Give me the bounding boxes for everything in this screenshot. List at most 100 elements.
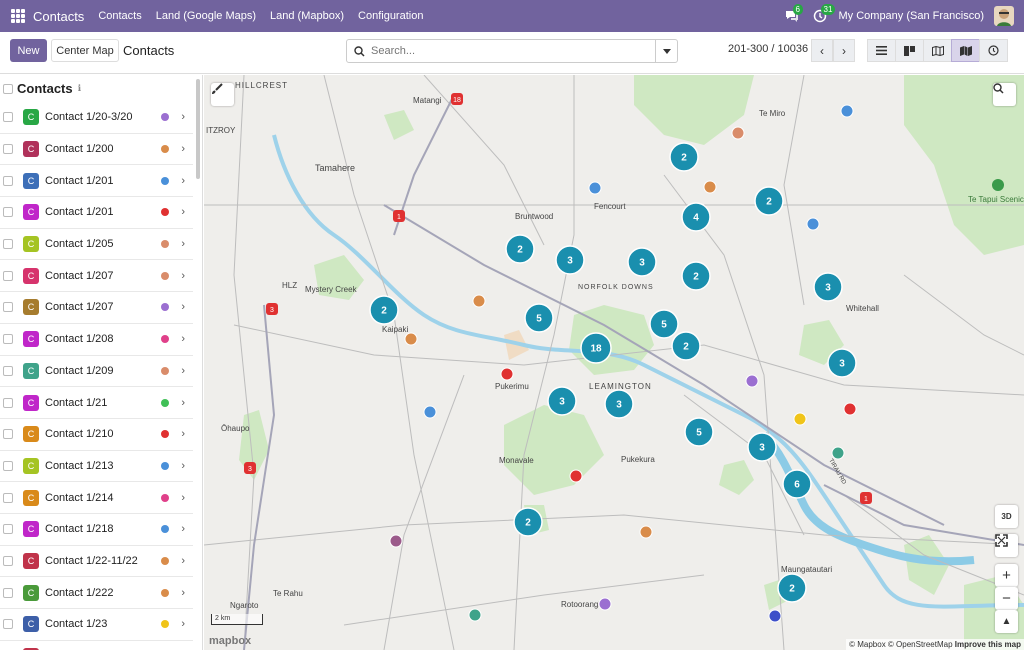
company-switcher[interactable]: My Company (San Francisco)	[839, 10, 985, 22]
chevron-right-icon[interactable]: ›	[181, 428, 185, 440]
map-filled-icon	[959, 45, 972, 56]
kanban-view-button[interactable]	[895, 39, 924, 62]
fullscreen-button[interactable]	[995, 534, 1018, 557]
row-checkbox[interactable]	[3, 555, 13, 566]
contact-list-item[interactable]: C Contact 1/218 ›	[0, 514, 193, 546]
chevron-right-icon[interactable]: ›	[181, 587, 185, 599]
contact-list-item[interactable]: C›	[0, 641, 193, 650]
contact-list-item[interactable]: C Contact 1/201 ›	[0, 165, 193, 198]
row-checkbox[interactable]	[3, 302, 13, 313]
search-options-toggle[interactable]	[655, 40, 677, 62]
chevron-right-icon[interactable]: ›	[181, 206, 185, 218]
contact-list-item[interactable]: C Contact 1/213 ›	[0, 451, 193, 483]
row-checkbox[interactable]	[3, 587, 13, 598]
row-checkbox[interactable]	[3, 175, 13, 186]
contact-name: Contact 1/222	[45, 586, 114, 599]
search-input[interactable]	[371, 45, 655, 57]
row-checkbox[interactable]	[3, 365, 13, 376]
row-checkbox[interactable]	[3, 270, 13, 281]
contact-color-dot	[161, 461, 170, 470]
label-hlz: HLZ	[282, 281, 297, 290]
apps-menu-icon[interactable]	[11, 9, 25, 23]
row-checkbox[interactable]	[3, 207, 13, 218]
contact-list-item[interactable]: C Contact 1/208 ›	[0, 324, 193, 356]
contact-color-dot	[161, 208, 170, 217]
pager-previous-button[interactable]: ‹	[811, 39, 833, 62]
chevron-right-icon[interactable]: ›	[181, 492, 185, 504]
map-canvas[interactable]: 18 1 3 3 1 HILLCREST Matangi Te Miro ITZ…	[204, 75, 1024, 650]
chevron-right-icon[interactable]: ›	[181, 365, 185, 377]
contact-list-item[interactable]: C Contact 1/207 ›	[0, 292, 193, 324]
contact-list-item[interactable]: C Contact 1/21 ›	[0, 387, 193, 419]
row-checkbox[interactable]	[3, 334, 13, 345]
select-all-checkbox[interactable]	[3, 83, 13, 94]
chevron-right-icon[interactable]: ›	[181, 270, 185, 282]
new-button[interactable]: New	[10, 39, 47, 62]
row-checkbox[interactable]	[3, 524, 13, 535]
messages-button[interactable]: 6	[783, 4, 803, 25]
row-checkbox[interactable]	[3, 619, 13, 630]
row-checkbox[interactable]	[3, 460, 13, 471]
label-whitehall: Whitehall	[846, 304, 879, 313]
nav-land-mapbox[interactable]: Land (Mapbox)	[270, 10, 344, 22]
chevron-right-icon[interactable]: ›	[181, 460, 185, 472]
app-name[interactable]: Contacts	[33, 9, 84, 24]
contact-list-item[interactable]: C Contact 1/214 ›	[0, 482, 193, 514]
activity-view-button[interactable]	[979, 39, 1008, 62]
center-map-button[interactable]: Center Map	[51, 39, 119, 62]
row-checkbox[interactable]	[3, 112, 13, 123]
contact-list-item[interactable]: C Contact 1/210 ›	[0, 419, 193, 451]
map-view-button[interactable]	[923, 39, 952, 62]
contact-list-item[interactable]: C Contact 1/209 ›	[0, 356, 193, 388]
chevron-right-icon[interactable]: ›	[181, 523, 185, 535]
nav-contacts[interactable]: Contacts	[98, 10, 141, 22]
pager-next-button[interactable]: ›	[833, 39, 855, 62]
info-icon[interactable]: ℹ	[78, 83, 81, 94]
map-search-button[interactable]	[993, 83, 1016, 106]
contact-list-item[interactable]: C Contact 1/20-3/20 ›	[0, 102, 193, 134]
chevron-right-icon[interactable]: ›	[181, 143, 185, 155]
contact-list-item[interactable]: C Contact 1/22-11/22 ›	[0, 546, 193, 578]
contact-name: Contact 1/200	[45, 143, 114, 156]
contact-list-item[interactable]: C Contact 1/222 ›	[0, 577, 193, 609]
label-ngaroto: Ngaroto	[230, 601, 259, 610]
zoom-out-button[interactable]: −	[995, 587, 1018, 610]
contact-list-item[interactable]: C Contact 1/207 ›	[0, 260, 193, 293]
contact-avatar: C	[23, 584, 39, 601]
draw-tool-button[interactable]	[211, 83, 234, 106]
user-avatar[interactable]	[994, 6, 1014, 26]
chevron-right-icon[interactable]: ›	[181, 618, 185, 630]
chevron-right-icon[interactable]: ›	[181, 555, 185, 567]
3d-toggle-button[interactable]: 3D	[995, 505, 1018, 528]
chevron-right-icon[interactable]: ›	[181, 238, 185, 250]
nav-configuration[interactable]: Configuration	[358, 10, 423, 22]
cluster-count: 3	[559, 397, 565, 408]
row-checkbox[interactable]	[3, 239, 13, 250]
chevron-right-icon[interactable]: ›	[181, 333, 185, 345]
improve-map-link[interactable]: Improve this map	[955, 640, 1021, 649]
label-pukekura: Pukekura	[621, 455, 655, 464]
contact-avatar: C	[23, 616, 39, 633]
row-checkbox[interactable]	[3, 429, 13, 440]
zoom-in-button[interactable]: +	[995, 564, 1018, 587]
contact-list-item[interactable]: C Contact 1/201 ›	[0, 197, 193, 229]
contact-list-item[interactable]: C Contact 1/23 ›	[0, 609, 193, 641]
pager-value[interactable]: 201-300 / 10036	[728, 43, 808, 55]
contact-list-item[interactable]: C Contact 1/200 ›	[0, 134, 193, 166]
activities-button[interactable]: 31	[811, 4, 836, 25]
contact-list-item[interactable]: C Contact 1/205 ›	[0, 229, 193, 261]
cluster-count: 2	[766, 197, 772, 208]
nav-land-google-maps[interactable]: Land (Google Maps)	[156, 10, 256, 22]
chevron-right-icon[interactable]: ›	[181, 111, 185, 123]
chevron-right-icon[interactable]: ›	[181, 397, 185, 409]
chevron-right-icon[interactable]: ›	[181, 175, 185, 187]
chevron-right-icon[interactable]: ›	[181, 301, 185, 313]
attribution-text[interactable]: © Mapbox © OpenStreetMap	[849, 640, 955, 649]
panel-scrollbar[interactable]	[196, 79, 200, 179]
list-view-button[interactable]	[867, 39, 896, 62]
row-checkbox[interactable]	[3, 492, 13, 503]
row-checkbox[interactable]	[3, 397, 13, 408]
map-mapbox-view-button[interactable]	[951, 39, 980, 62]
row-checkbox[interactable]	[3, 144, 13, 155]
compass-button[interactable]: ▲	[995, 610, 1018, 633]
